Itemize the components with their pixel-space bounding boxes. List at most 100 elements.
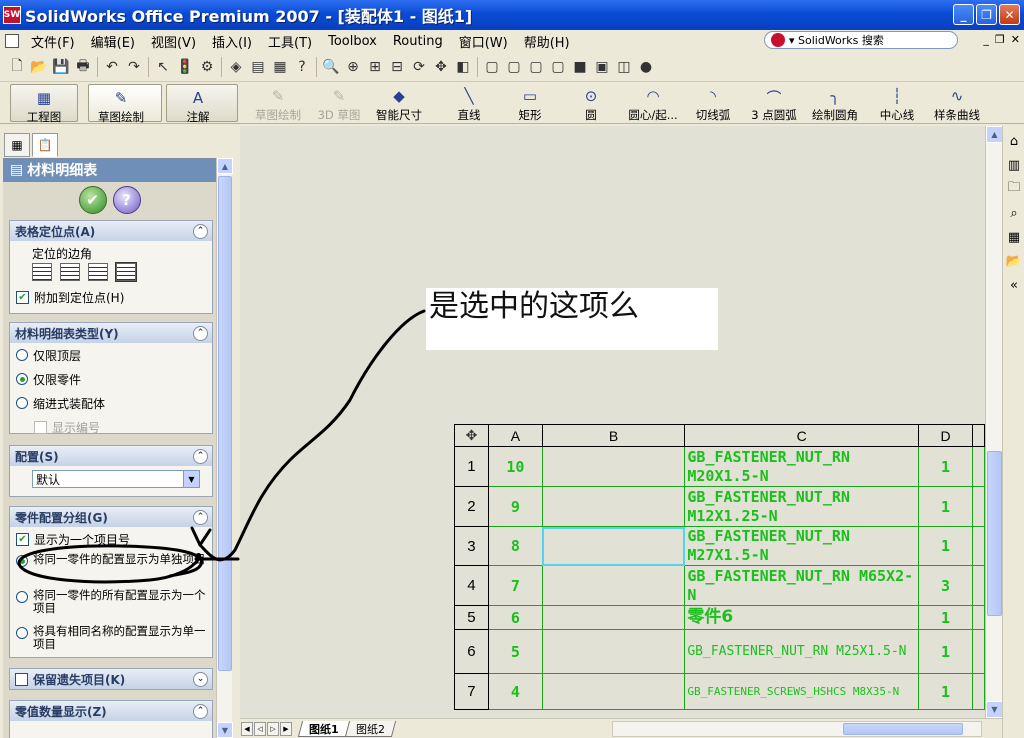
solidworks-logo-icon[interactable]: SW	[3, 6, 21, 24]
menu-routing[interactable]: Routing	[385, 34, 451, 49]
group-configuration-header[interactable]: 配置(S) ⌃	[10, 446, 212, 466]
collapse-up-icon[interactable]: ⌃	[193, 509, 208, 525]
cell-e[interactable]	[971, 446, 985, 487]
print-icon[interactable]: 🖶	[72, 56, 94, 78]
zoom-in-icon[interactable]: ⊞	[364, 56, 386, 78]
prev-sheet-icon[interactable]: ◁	[254, 721, 266, 736]
configuration-select[interactable]: 默认 ▼	[32, 470, 200, 488]
pan-icon[interactable]: ✥	[430, 56, 452, 78]
tool-tangent-arc[interactable]: ◝ 切线弧	[694, 83, 732, 123]
table-move-handle[interactable]: ✥	[454, 424, 489, 447]
column-header-a[interactable]: A	[487, 424, 543, 447]
cell-part-number[interactable]: GB_FASTENER_SCREWS_HSHCS M8X35-N	[684, 673, 920, 710]
next-sheet-icon[interactable]: ▷	[267, 721, 279, 736]
cell-part-number[interactable]: GB_FASTENER_NUT_RN M65X2-N	[684, 565, 920, 606]
move-cross-icon[interactable]: ✥	[466, 427, 478, 443]
cell-b-selected[interactable]	[541, 526, 686, 566]
column-header-d[interactable]: D	[918, 424, 973, 447]
menu-toolbox[interactable]: Toolbox	[320, 34, 385, 49]
doc-restore-button[interactable]: ❐	[995, 33, 1005, 46]
tool-3d-sketch[interactable]: ✎ 3D 草图	[316, 83, 362, 123]
tool-center-arc[interactable]: ◠ 圆心/起...	[626, 83, 680, 123]
canvas-scroll-thumb[interactable]	[987, 451, 1002, 616]
cell-quantity[interactable]: 1	[918, 629, 973, 674]
column-header-e[interactable]	[971, 424, 985, 447]
column-header-c[interactable]: C	[684, 424, 920, 447]
help-icon[interactable]: ?	[291, 56, 313, 78]
grouping-option-separate[interactable]: 将同一零件的配置显示为单独项目	[16, 549, 206, 585]
tab-sheet-2[interactable]: 图纸2	[344, 720, 396, 737]
row-header[interactable]: 1	[454, 446, 489, 487]
tab-sheet-1[interactable]: 图纸1	[297, 720, 350, 737]
tool-line[interactable]: ╲ 直线	[456, 83, 482, 123]
first-sheet-icon[interactable]: ◀	[241, 721, 253, 736]
grouping-option-same-name[interactable]: 将具有相同名称的配置显示为单一项目	[16, 621, 206, 657]
row-header[interactable]: 4	[454, 565, 489, 606]
view-front-icon[interactable]: ▢	[481, 56, 503, 78]
cell-item-no[interactable]: 5	[487, 629, 543, 674]
drawing-canvas[interactable]: 是选中的这项么 ✥ A B C D 1 10 GB_FASTENER_NUT_R…	[240, 126, 985, 718]
anchor-bottom-left-icon[interactable]	[88, 263, 108, 281]
options-icon[interactable]: ⚙	[196, 56, 218, 78]
menu-insert[interactable]: 插入(I)	[204, 32, 260, 51]
cell-e[interactable]	[971, 629, 985, 674]
view-iso-icon[interactable]: ▢	[547, 56, 569, 78]
scroll-up-icon[interactable]: ▲	[217, 158, 233, 174]
menu-file[interactable]: 文件(F)	[23, 32, 83, 51]
redo-icon[interactable]: ↷	[123, 56, 145, 78]
horizontal-scroll-thumb[interactable]	[843, 723, 963, 735]
scroll-down-icon[interactable]: ▼	[217, 722, 233, 738]
home-icon[interactable]: ⌂	[1005, 132, 1023, 150]
tool-fillet[interactable]: ╮ 绘制圆角	[810, 83, 860, 123]
cell-quantity[interactable]: 1	[918, 446, 973, 487]
cell-b[interactable]	[541, 565, 686, 606]
cell-part-number[interactable]: GB_FASTENER_NUT_RN M20X1.5-N	[684, 446, 920, 487]
cell-part-number[interactable]: GB_FASTENER_NUT_RN M12X1.25-N	[684, 486, 920, 527]
hidden-lines-icon[interactable]: ▣	[591, 56, 613, 78]
document-icon[interactable]	[5, 34, 19, 48]
row-header[interactable]: 6	[454, 629, 489, 674]
cell-item-no[interactable]: 8	[487, 526, 543, 566]
row-header[interactable]: 3	[454, 526, 489, 566]
cell-e[interactable]	[971, 526, 985, 566]
cell-b[interactable]	[541, 605, 686, 630]
collapse-up-icon[interactable]: ⌃	[193, 223, 208, 239]
tool-three-point-arc[interactable]: ⌒ 3 点圆弧	[750, 83, 798, 123]
zoom-out-icon[interactable]: ⊟	[386, 56, 408, 78]
grouping-radio-all-as-one[interactable]	[16, 591, 28, 603]
doc-minimize-button[interactable]: _	[983, 33, 989, 46]
menu-help[interactable]: 帮助(H)	[516, 32, 578, 51]
tool-smart-dimension[interactable]: ◆ 智能尺寸	[374, 83, 424, 123]
keep-missing-toggle[interactable]: 保留遗失项目(K)	[15, 671, 125, 688]
rebuild-traffic-light-icon[interactable]: 🚦	[174, 56, 196, 78]
menu-window[interactable]: 窗口(W)	[451, 32, 516, 51]
row-header[interactable]: 7	[454, 673, 489, 710]
cell-item-no[interactable]: 9	[487, 486, 543, 527]
cell-b[interactable]	[541, 486, 686, 527]
column-header-b[interactable]: B	[541, 424, 686, 447]
perspective-icon[interactable]: ●	[635, 56, 657, 78]
cell-b[interactable]	[541, 629, 686, 674]
view-top-icon[interactable]: ▢	[503, 56, 525, 78]
tool-circle[interactable]: ⊙ 圆	[582, 83, 600, 123]
undo-icon[interactable]: ↶	[101, 56, 123, 78]
solidworks-search[interactable]: ▾ SolidWorks 搜索	[764, 31, 958, 49]
wireframe-icon[interactable]: ◫	[613, 56, 635, 78]
grouping-option-all-as-one[interactable]: 将同一零件的所有配置显示为一个项目	[16, 585, 206, 621]
bom-type-option-indented[interactable]: 缩进式装配体	[16, 391, 206, 415]
bom-type-option-top-level[interactable]: 仅限顶层	[16, 343, 206, 367]
scroll-down-icon[interactable]: ▼	[986, 701, 1003, 718]
left-panel-scroll-thumb[interactable]	[218, 176, 232, 671]
tool-spline[interactable]: ∿ 样条曲线	[932, 83, 982, 123]
collapse-up-icon[interactable]: ⌃	[193, 448, 208, 464]
last-sheet-icon[interactable]: ▶	[280, 721, 292, 736]
chevron-down-icon[interactable]: ▼	[183, 471, 199, 487]
cell-item-no[interactable]: 10	[487, 446, 543, 487]
cell-e[interactable]	[971, 565, 985, 606]
scroll-up-icon[interactable]: ▲	[986, 126, 1003, 143]
group-keep-missing-header[interactable]: 保留遗失项目(K) ⌄	[10, 669, 212, 689]
tab-annotation[interactable]: A 注解	[166, 84, 238, 124]
cell-part-number[interactable]: 零件6	[684, 605, 920, 630]
maximize-button[interactable]: ❐	[976, 4, 997, 25]
new-document-icon[interactable]: 🗋	[6, 56, 28, 78]
